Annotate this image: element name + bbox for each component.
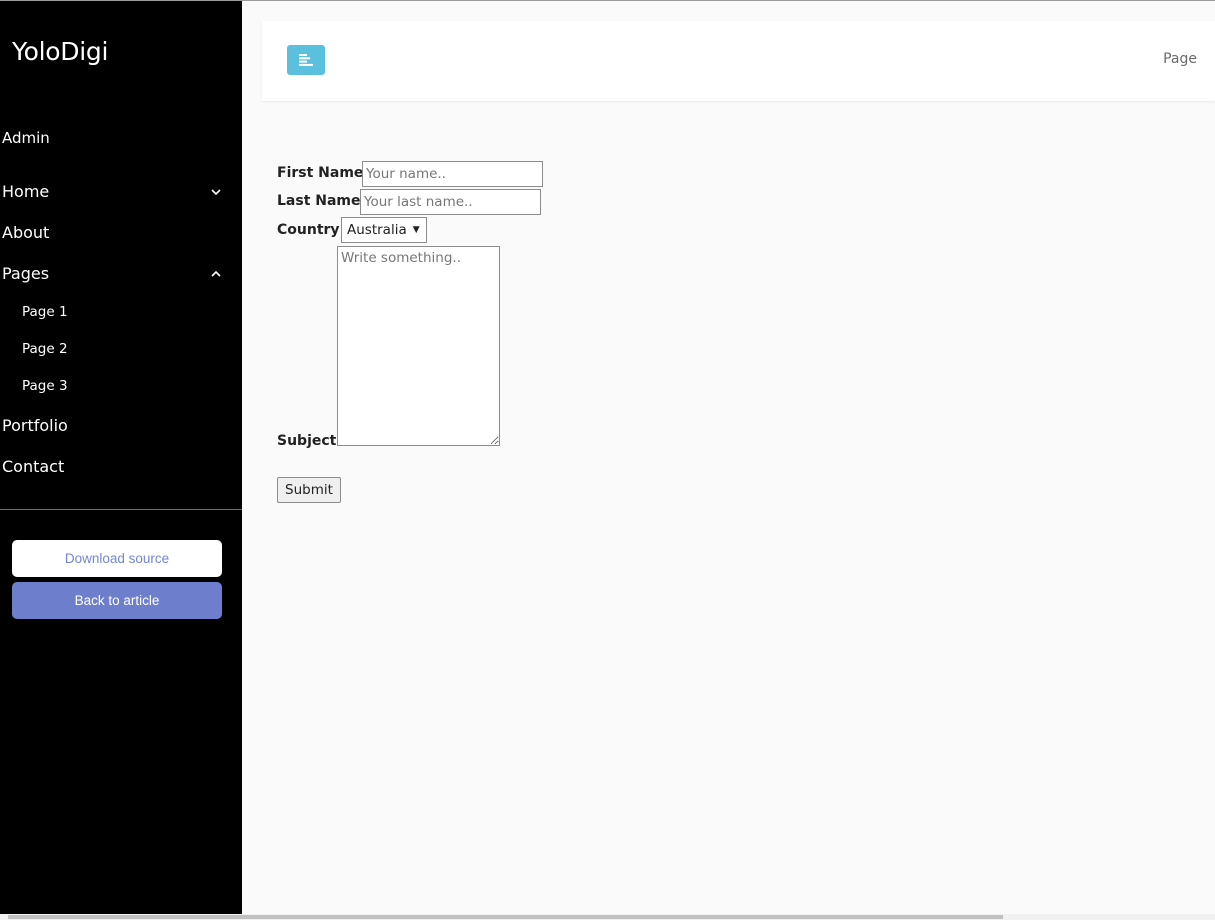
country-label: Country	[277, 222, 340, 238]
sidebar-item-label: Home	[2, 182, 50, 201]
align-left-icon	[299, 54, 313, 66]
subject-textarea[interactable]	[337, 246, 500, 446]
sidebar-item-contact[interactable]: Contact	[2, 457, 226, 476]
horizontal-scrollbar[interactable]	[0, 914, 1215, 920]
download-source-button[interactable]: Download source	[12, 540, 222, 577]
subject-label: Subject	[277, 433, 337, 449]
sidebar-item-label: Pages	[2, 264, 50, 283]
first-name-label: First Name	[277, 165, 364, 181]
sidebar-subitem-page-3[interactable]: Page 3	[22, 378, 68, 394]
brand-title: YoloDigi	[12, 37, 109, 66]
chevron-down-icon	[210, 186, 222, 198]
nav-link-page[interactable]: Page	[1163, 51, 1197, 67]
country-select[interactable]: Australia ▼	[341, 217, 427, 243]
sidebar-item-label: Portfolio	[2, 416, 68, 435]
chevron-up-icon	[210, 268, 222, 280]
sidebar-item-label: About	[2, 223, 50, 242]
main-content: Page First Name Last Name Country Austra…	[242, 1, 1215, 914]
sidebar: YoloDigi Admin Home About Pages Page 1 P…	[0, 1, 242, 914]
top-navbar: Page	[262, 21, 1215, 101]
sidebar-divider	[0, 509, 242, 510]
first-name-input[interactable]	[362, 161, 543, 187]
submit-button[interactable]: Submit	[277, 477, 341, 503]
sidebar-item-pages[interactable]: Pages	[2, 264, 226, 283]
back-to-article-button[interactable]: Back to article	[12, 582, 222, 619]
sidebar-subitem-page-2[interactable]: Page 2	[22, 341, 68, 357]
sidebar-section-admin: Admin	[2, 129, 50, 147]
sidebar-item-label: Contact	[2, 457, 65, 476]
scrollbar-thumb[interactable]	[8, 915, 1003, 919]
sidebar-item-about[interactable]: About	[2, 223, 226, 242]
sidebar-subitem-page-1[interactable]: Page 1	[22, 304, 68, 320]
last-name-input[interactable]	[360, 189, 541, 215]
last-name-label: Last Name	[277, 193, 361, 209]
country-select-value: Australia	[347, 222, 407, 238]
dropdown-arrow-icon: ▼	[412, 225, 420, 235]
sidebar-item-portfolio[interactable]: Portfolio	[2, 416, 226, 435]
window-top-border	[0, 0, 1215, 1]
sidebar-item-home[interactable]: Home	[2, 182, 226, 201]
sidebar-toggle-button[interactable]	[287, 45, 325, 75]
